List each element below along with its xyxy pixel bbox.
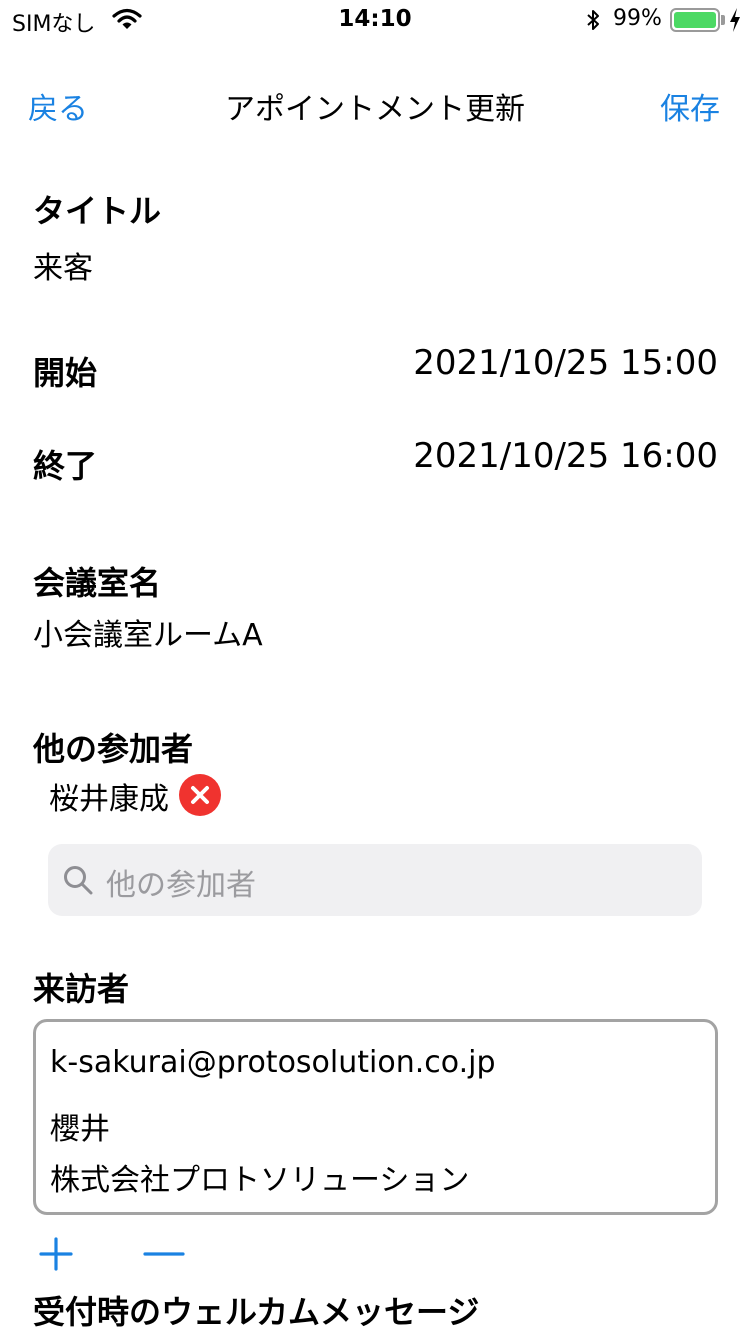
search-icon <box>64 866 93 895</box>
remove-participant-button[interactable] <box>179 774 221 816</box>
start-label: 開始 <box>33 354 98 392</box>
nav-title: アポイントメント更新 <box>225 92 525 127</box>
visitor-name[interactable]: 櫻井 <box>50 1104 110 1148</box>
end-label: 終了 <box>33 447 98 485</box>
visitor-label: 来訪者 <box>33 970 130 1008</box>
add-icon <box>39 1237 73 1271</box>
welcome-message-label: 受付時のウェルカムメッセージ <box>33 1293 480 1331</box>
room-value[interactable]: 小会議室ルームA <box>33 610 263 654</box>
remove-visitor-button[interactable] <box>143 1236 185 1272</box>
title-label: タイトル <box>33 192 162 230</box>
end-datetime[interactable]: 2021/10/25 16:00 <box>413 436 718 476</box>
battery-nub <box>721 15 725 25</box>
participants-label: 他の参加者 <box>33 730 194 768</box>
save-button[interactable]: 保存 <box>660 84 720 128</box>
back-button[interactable]: 戻る <box>28 84 88 128</box>
visitor-email[interactable]: k-sakurai@protosolution.co.jp <box>50 1045 496 1080</box>
title-field[interactable]: 来客 <box>33 243 93 287</box>
battery-percent: 99% <box>613 6 662 31</box>
add-visitor-button[interactable] <box>38 1236 74 1272</box>
participant-chip-label: 桜井康成 <box>49 782 169 817</box>
battery-icon <box>670 8 720 32</box>
room-label: 会議室名 <box>33 564 162 602</box>
charging-icon <box>730 8 740 32</box>
visitor-company[interactable]: 株式会社プロトソリューション <box>50 1155 469 1199</box>
start-datetime[interactable]: 2021/10/25 15:00 <box>413 343 718 383</box>
remove-icon <box>191 786 209 804</box>
search-placeholder: 他の参加者 <box>106 868 256 903</box>
appointment-update-screen: SIMなし 14:10 99% アポイントメント更新 戻る 保存 タイトル 来客… <box>0 0 750 1334</box>
bluetooth-icon <box>587 10 599 30</box>
